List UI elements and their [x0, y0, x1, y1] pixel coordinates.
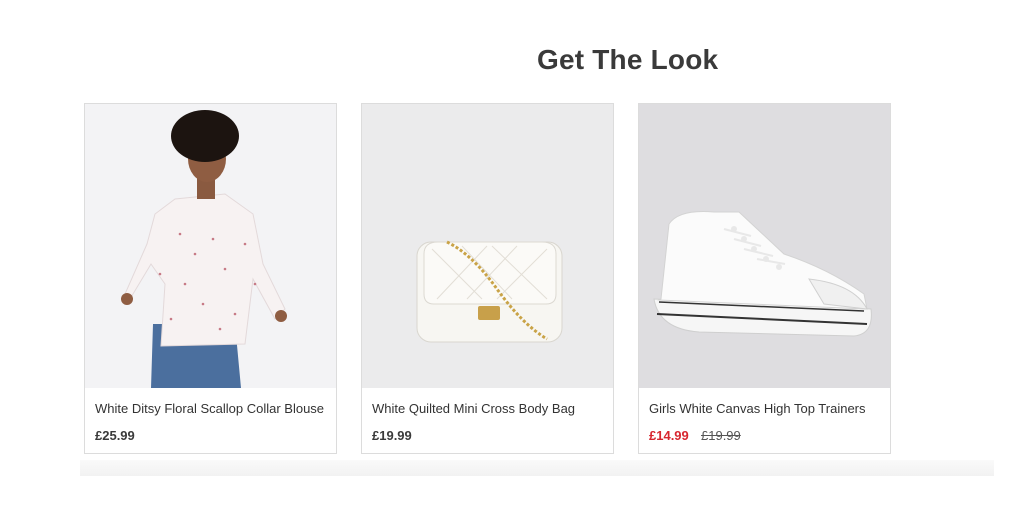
product-name[interactable]: White Ditsy Floral Scallop Collar Blouse	[95, 401, 324, 416]
product-price: £19.99	[372, 428, 412, 443]
get-the-look-section: Get The Look White Ditsy Floral Scallop …	[0, 0, 1024, 528]
product-image-trainers[interactable]	[639, 104, 890, 388]
product-was-price: £19.99	[701, 428, 741, 443]
product-image-bag[interactable]	[362, 104, 613, 388]
blouse-photo	[85, 104, 336, 388]
product-card-trainers[interactable]: Girls White Canvas High Top Trainers £14…	[638, 103, 891, 454]
product-card-blouse[interactable]: White Ditsy Floral Scallop Collar Blouse…	[84, 103, 337, 454]
product-image-blouse[interactable]	[85, 104, 336, 388]
product-name[interactable]: Girls White Canvas High Top Trainers	[649, 401, 866, 416]
bag-photo	[362, 104, 613, 388]
product-card-bag[interactable]: White Quilted Mini Cross Body Bag £19.99	[361, 103, 614, 454]
section-title: Get The Look	[537, 44, 719, 75]
product-price: £25.99	[95, 428, 135, 443]
product-name[interactable]: White Quilted Mini Cross Body Bag	[372, 401, 575, 416]
section-divider	[80, 460, 994, 476]
product-sale-price: £14.99	[649, 428, 689, 443]
trainers-photo	[639, 104, 890, 388]
